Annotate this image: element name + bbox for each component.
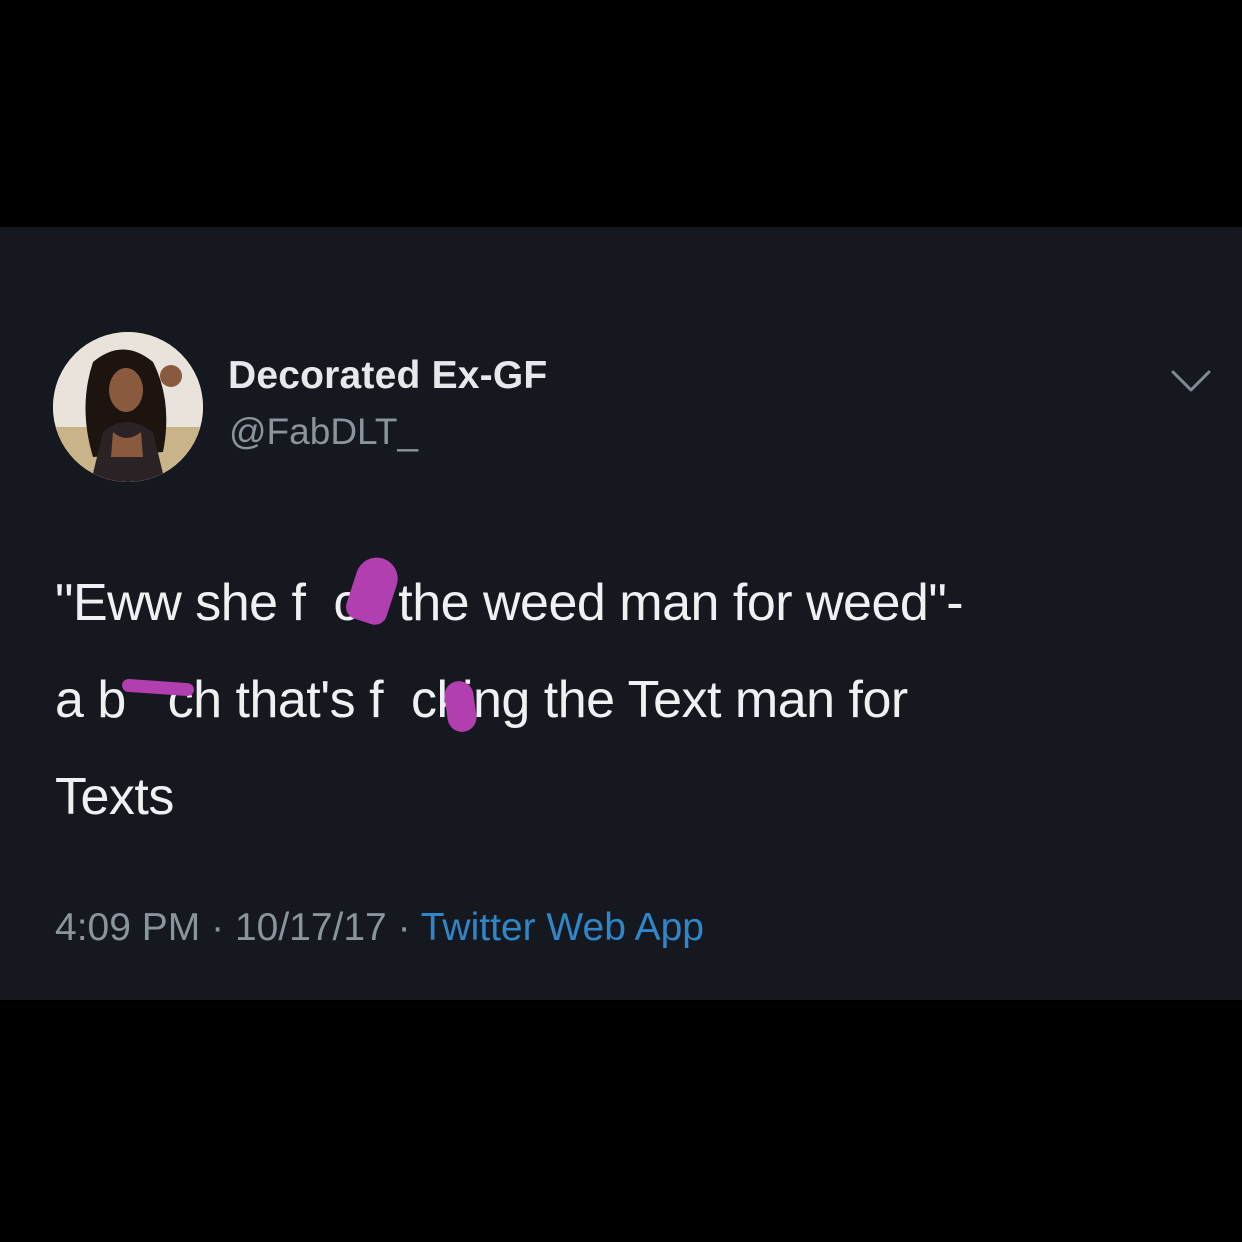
meta-separator: · (211, 906, 225, 949)
tweet-text-line: "Eww she f ck the weed man for weed"- (55, 574, 964, 632)
tweet-card[interactable]: Decorated Ex-GF @FabDLT_ "Eww she f ck t… (0, 227, 1242, 1000)
user-handle[interactable]: @FabDLT_ (229, 411, 418, 453)
tweet-text-line: a b ch that's f cking the Text man for (55, 671, 908, 729)
tweet-source-link[interactable]: Twitter Web App (421, 906, 704, 949)
screenshot-frame: Decorated Ex-GF @FabDLT_ "Eww she f ck t… (0, 0, 1242, 1242)
display-name[interactable]: Decorated Ex-GF (228, 354, 547, 398)
tweet-meta: 4:09 PM · 10/17/17 · Twitter Web App (55, 906, 704, 950)
avatar-image (53, 332, 203, 482)
tweet-text: "Eww she f ck the weed man for weed"- a … (55, 555, 1195, 846)
tweet-text-line: Texts (55, 768, 174, 826)
tweet-date[interactable]: 10/17/17 (235, 906, 387, 949)
meta-separator: · (397, 906, 411, 949)
chevron-down-icon[interactable] (1170, 367, 1212, 395)
avatar[interactable] (53, 332, 203, 482)
tweet-time: 4:09 PM (55, 906, 201, 949)
